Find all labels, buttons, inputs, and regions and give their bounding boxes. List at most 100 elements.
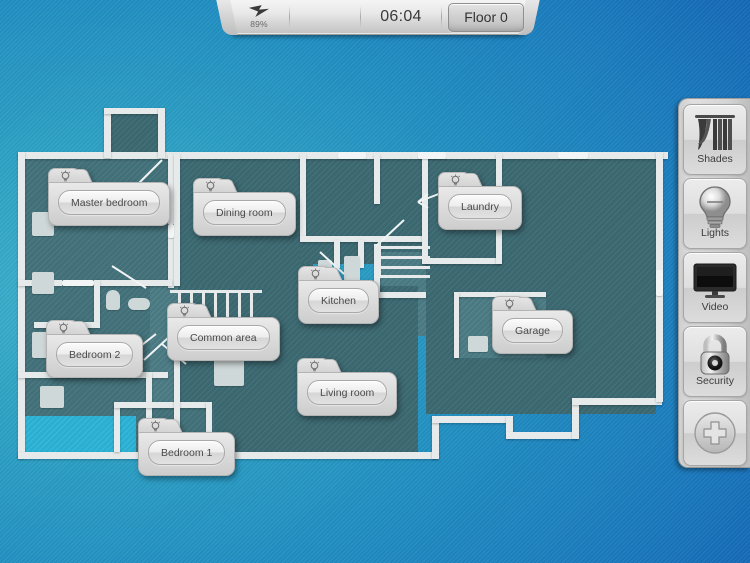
room-label-tab bbox=[438, 172, 472, 187]
room-label-bedroom-2[interactable]: Bedroom 2 bbox=[46, 320, 144, 378]
room-label-tab bbox=[297, 358, 331, 373]
room-name-button[interactable]: Garage bbox=[502, 318, 564, 343]
wall-bottom-right-a bbox=[506, 432, 578, 439]
lightbulb-icon bbox=[179, 304, 189, 316]
room-label-tab bbox=[492, 296, 526, 311]
room-label-common-area[interactable]: Common area bbox=[167, 303, 280, 361]
door-swing-master bbox=[110, 262, 150, 292]
sidebar-item-label: Video bbox=[701, 301, 729, 313]
wall-left bbox=[18, 152, 25, 458]
room-label-tab bbox=[193, 178, 227, 193]
door-gap-top-2 bbox=[418, 152, 446, 159]
lightbulb-icon bbox=[58, 321, 68, 333]
wall-alcove-top bbox=[104, 108, 164, 114]
room-label-body: Dining room bbox=[193, 192, 296, 236]
wall-v-kitchen-left bbox=[300, 154, 306, 240]
door-gap-right bbox=[656, 270, 663, 296]
status-bar-spacer bbox=[290, 0, 360, 35]
status-bar-divider-3 bbox=[441, 6, 442, 28]
staircase-rear bbox=[378, 236, 430, 278]
sidebar: Shades Lights Video Security bbox=[678, 98, 750, 468]
wall-alcove-right bbox=[158, 108, 165, 158]
wall-v-dining-left bbox=[174, 154, 180, 286]
fixture-toilet bbox=[106, 290, 120, 310]
sidebar-item-label: Lights bbox=[700, 227, 730, 239]
room-label-living-room[interactable]: Living room bbox=[297, 358, 398, 416]
room-name-button[interactable]: Living room bbox=[307, 380, 388, 405]
sidebar-item-shades[interactable]: Shades bbox=[683, 104, 747, 175]
room-name-button[interactable]: Kitchen bbox=[308, 288, 370, 313]
lightbulb-icon bbox=[450, 173, 460, 185]
room-label-laundry[interactable]: Laundry bbox=[438, 172, 522, 230]
room-label-tab bbox=[48, 168, 82, 183]
lightbulb-icon bbox=[309, 359, 319, 371]
room-name-button[interactable]: Laundry bbox=[448, 194, 512, 219]
wall-h-bed1-top bbox=[114, 402, 212, 408]
room-label-body: Master bedroom bbox=[48, 182, 171, 226]
sidebar-item-label: Security bbox=[696, 375, 734, 387]
lightbulb-icon bbox=[205, 179, 215, 191]
room-label-body: Bedroom 1 bbox=[138, 432, 236, 476]
lightbulb-icon bbox=[504, 297, 514, 309]
room-label-tab bbox=[298, 266, 332, 281]
status-bar: 89% 06:04 Floor 0 bbox=[228, 0, 528, 35]
clock: 06:04 bbox=[361, 0, 441, 35]
padlock-icon bbox=[696, 333, 734, 377]
wall-h-hall-bottom bbox=[374, 292, 426, 298]
wall-v-hall-a bbox=[374, 154, 380, 204]
door-gap-top-3 bbox=[558, 152, 588, 159]
lightbulb-icon bbox=[60, 169, 70, 181]
room-label-tab bbox=[167, 303, 201, 318]
add-room-button[interactable] bbox=[683, 400, 747, 466]
room-label-dining-room[interactable]: Dining room bbox=[193, 178, 296, 236]
fixture-garage-1 bbox=[468, 336, 488, 352]
sidebar-item-lights[interactable]: Lights bbox=[683, 178, 747, 249]
battery-percent-label: 89% bbox=[250, 19, 268, 29]
room-label-body: Living room bbox=[297, 372, 398, 416]
room-label-tab bbox=[138, 418, 172, 433]
wall-alcove-left bbox=[104, 108, 111, 158]
plus-icon bbox=[691, 411, 739, 455]
fixture-sink bbox=[128, 298, 150, 310]
wall-v-bed1-left bbox=[114, 402, 120, 452]
room-label-tab bbox=[46, 320, 80, 335]
sidebar-item-video[interactable]: Video bbox=[683, 252, 747, 323]
fixture-closet-2 bbox=[32, 272, 54, 294]
wall-h-laundry-bottom bbox=[422, 258, 502, 264]
room-name-button[interactable]: Bedroom 1 bbox=[148, 440, 226, 465]
curtains-icon bbox=[693, 111, 737, 155]
room-label-body: Common area bbox=[167, 317, 280, 361]
wall-bottom-mid bbox=[432, 416, 512, 423]
fixture-closet-4 bbox=[40, 386, 64, 408]
room-area-pool bbox=[22, 416, 140, 452]
room-name-button[interactable]: Common area bbox=[177, 325, 270, 350]
floor-selector-label: Floor 0 bbox=[464, 9, 508, 25]
lightbulb-icon bbox=[695, 185, 735, 229]
lightbulb-icon bbox=[310, 267, 320, 279]
room-label-master-bedroom[interactable]: Master bedroom bbox=[48, 168, 171, 226]
room-label-garage[interactable]: Garage bbox=[492, 296, 574, 354]
room-label-bedroom-1[interactable]: Bedroom 1 bbox=[138, 418, 236, 476]
wall-bottom-right-b bbox=[572, 398, 662, 405]
sidebar-item-label: Shades bbox=[697, 153, 733, 165]
room-area-entry-alcove bbox=[108, 112, 158, 156]
room-label-body: Bedroom 2 bbox=[46, 334, 144, 378]
wall-garage-inset-left bbox=[454, 292, 459, 358]
floor-selector-button[interactable]: Floor 0 bbox=[448, 2, 524, 32]
television-icon bbox=[692, 259, 738, 303]
room-label-kitchen[interactable]: Kitchen bbox=[298, 266, 380, 324]
lightbulb-icon bbox=[150, 419, 160, 431]
door-gap-top-1 bbox=[338, 152, 366, 159]
battery-indicator: 89% bbox=[229, 0, 289, 35]
door-gap-hall bbox=[168, 224, 174, 238]
room-label-body: Laundry bbox=[438, 186, 522, 230]
room-label-body: Garage bbox=[492, 310, 574, 354]
room-name-button[interactable]: Dining room bbox=[203, 200, 286, 225]
clock-label: 06:04 bbox=[380, 8, 422, 25]
lightning-bolt-icon bbox=[248, 5, 270, 17]
door-gap-bath bbox=[62, 280, 94, 286]
sidebar-item-security[interactable]: Security bbox=[683, 326, 747, 397]
room-name-button[interactable]: Bedroom 2 bbox=[56, 342, 134, 367]
wall-v-bath bbox=[94, 280, 100, 322]
room-name-button[interactable]: Master bedroom bbox=[58, 190, 161, 215]
